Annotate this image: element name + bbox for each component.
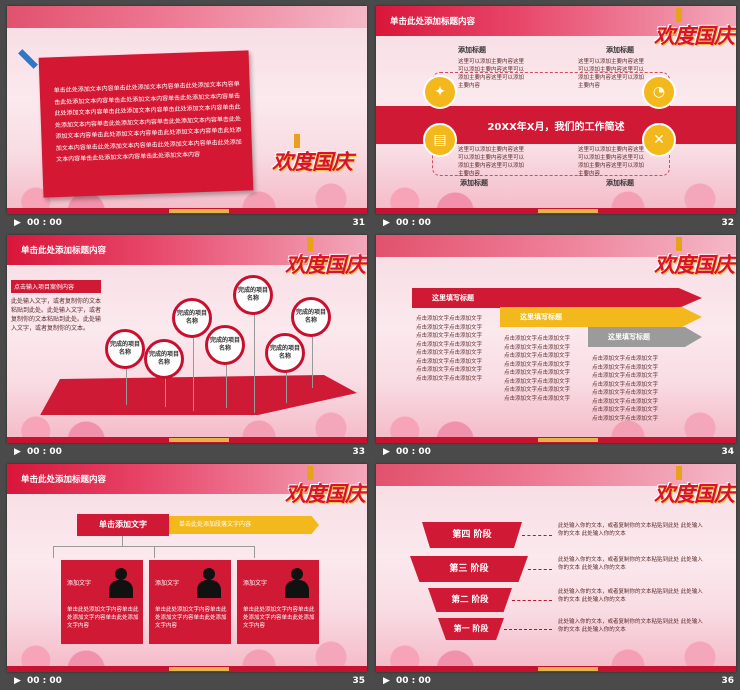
desc-bottom-left: 这里可以添加主要内容这里可以添加主要内容这里可以添加主要内容这里可以添加主要内容	[458, 147, 525, 177]
sidebar-text: 此处输入文字，或者复制你的文本粘贴到此处。此处输入文字，或者复制你的文本粘贴到此…	[11, 298, 102, 332]
slide-canvas: 欢度国庆 第四 阶段 第三 阶段 第二 阶段 第一 阶段 此处输入你的文本，或者…	[376, 464, 736, 672]
column-text-2: 点击添加文字点击添加文字点击添加文字点击添加文字点击添加文字点击添加文字点击添加…	[504, 336, 571, 402]
slide-status-bar: ▶ 00 : 00 34	[376, 445, 736, 461]
slide-canvas: 单击此处添加标题内容 欢度国庆 20XX年X月，我们的工作简述 添加标题 添加标…	[376, 6, 736, 214]
project-pin: 完成的项目名称	[144, 339, 184, 379]
heading-top-right: 添加标题	[606, 46, 634, 54]
top-band	[7, 6, 367, 28]
slide-status-bar: ▶ 00 : 00 33	[7, 445, 367, 461]
heading-top-left: 添加标题	[458, 46, 486, 54]
clipboard-icon: ▤	[423, 123, 457, 157]
card-text: 单击此处添加文字内容单击此处添加文字内容单击此处添加文字内容	[155, 607, 227, 629]
play-icon[interactable]: ▶	[14, 447, 21, 457]
project-pin: 完成的项目名称	[105, 329, 145, 369]
arrow-title-2: 这里填写标题	[500, 307, 702, 327]
slide-title: 单击此处添加标题内容	[21, 475, 107, 485]
slide-number: 31	[352, 218, 365, 228]
bottom-strip	[7, 208, 367, 214]
slide-canvas: 欢度国庆 这里填写标题 这里填写标题 这里填写标题 点击添加文字点击添加文字点击…	[376, 235, 736, 443]
subtitle-bar: 单击此处添加段落文字内容	[169, 516, 319, 534]
stage-2: 第二 阶段	[428, 588, 512, 612]
stage-3-text: 此处输入你的文本，或者复制你的文本粘贴到此处 此处输入你的文本 此处输入你的文本	[558, 557, 703, 571]
project-pin: 完成的项目名称	[265, 333, 305, 373]
slide-number: 33	[352, 447, 365, 457]
card-label: 添加文字	[155, 580, 180, 587]
project-pin: 完成的项目名称	[172, 298, 212, 338]
bottom-strip	[7, 666, 367, 672]
stage-2-text: 此处输入你的文本，或者复制你的文本粘贴到此处 此处输入你的文本 此处输入你的文本	[558, 589, 703, 603]
lightbulb-icon: ✦	[423, 75, 457, 109]
slide-status-bar: ▶ 00 : 00 36	[376, 674, 736, 690]
project-pin: 完成的项目名称	[233, 275, 273, 315]
slide-duration: 00 : 00	[27, 447, 62, 457]
bottom-strip	[376, 437, 736, 443]
card-text: 单击此处添加文字内容单击此处添加文字内容单击此处添加文字内容	[243, 607, 315, 629]
card-2: 添加文字 单击此处添加文字内容单击此处添加文字内容单击此处添加文字内容	[149, 560, 231, 644]
person-icon	[197, 568, 221, 598]
bottom-strip	[7, 437, 367, 443]
card-text: 单击此处添加文本内容单击此处添加文本内容单击此处添加文本内容单击此处添加文本内容…	[53, 80, 242, 164]
play-icon[interactable]: ▶	[383, 218, 390, 228]
text-card: 单击此处添加文本内容单击此处添加文本内容单击此处添加文本内容单击此处添加文本内容…	[38, 50, 254, 198]
card-text: 单击此处添加文字内容单击此处添加文字内容单击此处添加文字内容	[67, 607, 139, 629]
card-label: 添加文字	[67, 580, 92, 587]
slide-duration: 00 : 00	[396, 447, 431, 457]
card-3: 添加文字 单击此处添加文字内容单击此处添加文字内容单击此处添加文字内容	[237, 560, 319, 644]
stage-4: 第四 阶段	[422, 522, 522, 548]
bottom-strip	[376, 666, 736, 672]
card-1: 添加文字 单击此处添加文字内容单击此处添加文字内容单击此处添加文字内容	[61, 560, 143, 644]
person-icon	[285, 568, 309, 598]
arrow-label: 这里填写标题	[520, 313, 562, 321]
festival-logo: 欢度国庆	[654, 466, 735, 508]
main-label-box: 单击添加文字	[77, 514, 169, 536]
slide-duration: 00 : 00	[396, 218, 431, 228]
tools-icon: ✕	[642, 123, 676, 157]
festival-logo: 欢度国庆	[272, 134, 353, 176]
slide-number: 32	[721, 218, 734, 228]
heading-bottom-left: 添加标题	[460, 179, 488, 187]
project-pin: 完成的项目名称	[205, 325, 245, 365]
stage-1-text: 此处输入你的文本，或者复制你的文本粘贴到此处 此处输入你的文本 此处输入你的文本	[558, 619, 703, 633]
slide-canvas: 单击此处添加标题内容 欢度国庆 单击添加文字 单击此处添加段落文字内容 添加文字…	[7, 464, 367, 672]
chart-icon: ◔	[642, 75, 676, 109]
card-label: 添加文字	[243, 580, 268, 587]
slide-status-bar: ▶ 00 : 00 35	[7, 674, 367, 690]
play-icon[interactable]: ▶	[14, 218, 21, 228]
stage-4-text: 此处输入你的文本，或者复制你的文本粘贴到此处 此处输入你的文本 此处输入你的文本	[558, 523, 703, 537]
column-text-1: 点击添加文字点击添加文字点击添加文字点击添加文字点击添加文字点击添加文字点击添加…	[416, 316, 483, 382]
festival-logo: 欢度国庆	[285, 237, 366, 279]
slide-duration: 00 : 00	[27, 218, 62, 228]
festival-logo: 欢度国庆	[654, 8, 735, 50]
sidebar-header: 点击输入项目案例内容	[11, 280, 101, 293]
project-sidebar: 点击输入项目案例内容 此处输入文字，或者复制你的文本粘贴到此处。此处输入文字，或…	[11, 280, 101, 333]
slide-canvas: 单击此处添加文本内容单击此处添加文本内容单击此处添加文本内容单击此处添加文本内容…	[7, 6, 367, 214]
arrow-title-1: 这里填写标题	[412, 288, 702, 308]
slide-canvas: 单击此处添加标题内容 欢度国庆 点击输入项目案例内容 此处输入文字，或者复制你的…	[7, 235, 367, 443]
play-icon[interactable]: ▶	[383, 447, 390, 457]
slide-status-bar: ▶ 00 : 00 31	[7, 216, 367, 232]
bottom-strip	[376, 208, 736, 214]
arrow-label: 这里填写标题	[432, 294, 474, 302]
festival-logo: 欢度国庆	[654, 237, 735, 279]
arrow-label: 这里填写标题	[608, 333, 650, 341]
stage-1: 第一 阶段	[438, 618, 504, 640]
column-text-3: 点击添加文字点击添加文字点击添加文字点击添加文字点击添加文字点击添加文字点击添加…	[592, 356, 659, 422]
slide-title: 单击此处添加标题内容	[390, 17, 476, 27]
heading-bottom-right: 添加标题	[606, 179, 634, 187]
desc-bottom-right: 这里可以添加主要内容这里可以添加主要内容这里可以添加主要内容这里可以添加主要内容	[578, 147, 645, 177]
project-pin: 完成的项目名称	[291, 297, 331, 337]
pencil-icon	[18, 49, 38, 69]
slide-number: 34	[721, 447, 734, 457]
desc-top-left: 这里可以添加主要内容这里可以添加主要内容这里可以添加主要内容这里可以添加主要内容	[458, 59, 525, 89]
arrow-title-3: 这里填写标题	[588, 327, 702, 347]
desc-top-right: 这里可以添加主要内容这里可以添加主要内容这里可以添加主要内容这里可以添加主要内容	[578, 59, 645, 89]
slide-status-bar: ▶ 00 : 00 32	[376, 216, 736, 232]
festival-logo: 欢度国庆	[285, 466, 366, 508]
person-icon	[109, 568, 133, 598]
stage-3: 第三 阶段	[410, 556, 528, 582]
slide-title: 单击此处添加标题内容	[21, 246, 107, 256]
